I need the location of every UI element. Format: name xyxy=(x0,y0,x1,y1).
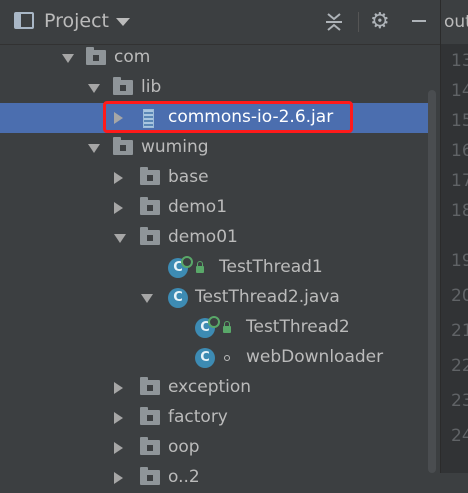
tree-node-testthread1[interactable]: C TestThread1 xyxy=(0,253,428,283)
line-number: 19 xyxy=(451,251,468,271)
tree-node-lib[interactable]: lib xyxy=(0,73,428,103)
toolbar-divider xyxy=(358,12,359,32)
tree-node-label: o..2 xyxy=(168,467,200,487)
line-number: 18 xyxy=(451,201,468,221)
line-number: 16 xyxy=(451,141,468,161)
folder-icon xyxy=(113,77,133,95)
tree-node-label: base xyxy=(168,167,209,187)
package-folder-icon xyxy=(140,227,160,245)
collapse-arrow-icon[interactable] xyxy=(114,382,123,394)
minimize-icon[interactable] xyxy=(412,20,426,22)
project-view-icon[interactable] xyxy=(14,12,34,29)
tree-node-label: webDownloader xyxy=(246,347,384,367)
tree-node-label: factory xyxy=(168,407,228,427)
line-number: 14 xyxy=(451,81,468,101)
project-view-title[interactable]: Project xyxy=(44,10,109,32)
tree-node-demo01[interactable]: demo01 xyxy=(0,223,428,253)
collapse-arrow-icon[interactable] xyxy=(114,202,123,214)
project-tool-window-header: Project ⚙ xyxy=(0,0,440,45)
runnable-badge-icon xyxy=(181,256,193,268)
collapse-arrow-icon[interactable] xyxy=(114,472,123,484)
package-folder-icon xyxy=(113,137,133,155)
package-folder-icon xyxy=(140,197,160,215)
tree-node-label: com xyxy=(114,47,151,67)
line-number: 17 xyxy=(451,171,468,191)
expand-arrow-icon[interactable] xyxy=(88,84,100,93)
tree-node-label: demo1 xyxy=(168,197,228,217)
tree-node-label: oop xyxy=(168,437,200,457)
tree-node-oop[interactable]: oop xyxy=(0,433,428,463)
expand-arrow-icon[interactable] xyxy=(88,144,100,153)
tree-node-factory[interactable]: factory xyxy=(0,403,428,433)
tree-node-testthread2-java[interactable]: C TestThread2.java xyxy=(0,283,428,313)
chevron-down-icon[interactable] xyxy=(116,18,130,26)
public-access-icon xyxy=(223,321,231,333)
tree-node-testthread2[interactable]: C TestThread2 xyxy=(0,313,428,343)
line-number: 22 xyxy=(451,356,468,376)
collapse-arrow-icon[interactable] xyxy=(114,172,123,184)
expand-arrow-icon[interactable] xyxy=(114,234,126,243)
line-number: 20 xyxy=(451,286,468,306)
collapse-arrow-icon[interactable] xyxy=(114,442,123,454)
annotation-highlight-box xyxy=(103,101,353,133)
collapse-arrow-icon[interactable] xyxy=(114,412,123,424)
tree-node-wuming[interactable]: wuming xyxy=(0,133,428,163)
tree-node-label: TestThread2 xyxy=(246,317,350,337)
tree-node-label: exception xyxy=(168,377,252,397)
gear-icon[interactable]: ⚙ xyxy=(370,9,390,35)
package-folder-icon xyxy=(140,467,160,485)
line-number: 21 xyxy=(451,321,468,341)
expand-arrow-icon[interactable] xyxy=(62,54,74,63)
tree-node-com[interactable]: com xyxy=(0,43,428,73)
tree-node-label: wuming xyxy=(141,137,209,157)
package-folder-icon xyxy=(86,47,106,65)
package-folder-icon xyxy=(140,407,160,425)
line-number: 24 xyxy=(451,426,468,446)
tree-node-exception[interactable]: exception xyxy=(0,373,428,403)
runnable-badge-icon xyxy=(208,316,220,328)
package-private-icon xyxy=(224,355,230,361)
tree-node-partial[interactable]: o..2 xyxy=(0,463,428,493)
line-number: 13 xyxy=(451,51,468,71)
java-class-icon: C xyxy=(195,348,215,368)
public-access-icon xyxy=(196,261,204,273)
tree-node-demo1[interactable]: demo1 xyxy=(0,193,428,223)
vertical-scrollbar[interactable] xyxy=(428,90,436,473)
package-folder-icon xyxy=(140,377,160,395)
tree-node-label: lib xyxy=(141,77,162,97)
java-file-icon: C xyxy=(168,288,188,308)
tree-node-label: demo01 xyxy=(168,227,238,247)
package-folder-icon xyxy=(140,437,160,455)
tree-node-webdownloader[interactable]: C webDownloader xyxy=(0,343,428,373)
expand-arrow-icon[interactable] xyxy=(141,294,153,303)
editor-gutter: out 13 14 15 16 17 18 19 20 21 22 23 24 xyxy=(440,0,468,473)
tree-node-label: TestThread1 xyxy=(219,257,323,277)
editor-tab-out[interactable]: out xyxy=(441,0,468,44)
tree-node-label: TestThread2.java xyxy=(195,287,340,307)
collapse-all-icon[interactable] xyxy=(324,12,344,32)
tree-node-base[interactable]: base xyxy=(0,163,428,193)
package-folder-icon xyxy=(140,167,160,185)
line-number: 15 xyxy=(451,111,468,131)
line-number: 23 xyxy=(451,391,468,411)
